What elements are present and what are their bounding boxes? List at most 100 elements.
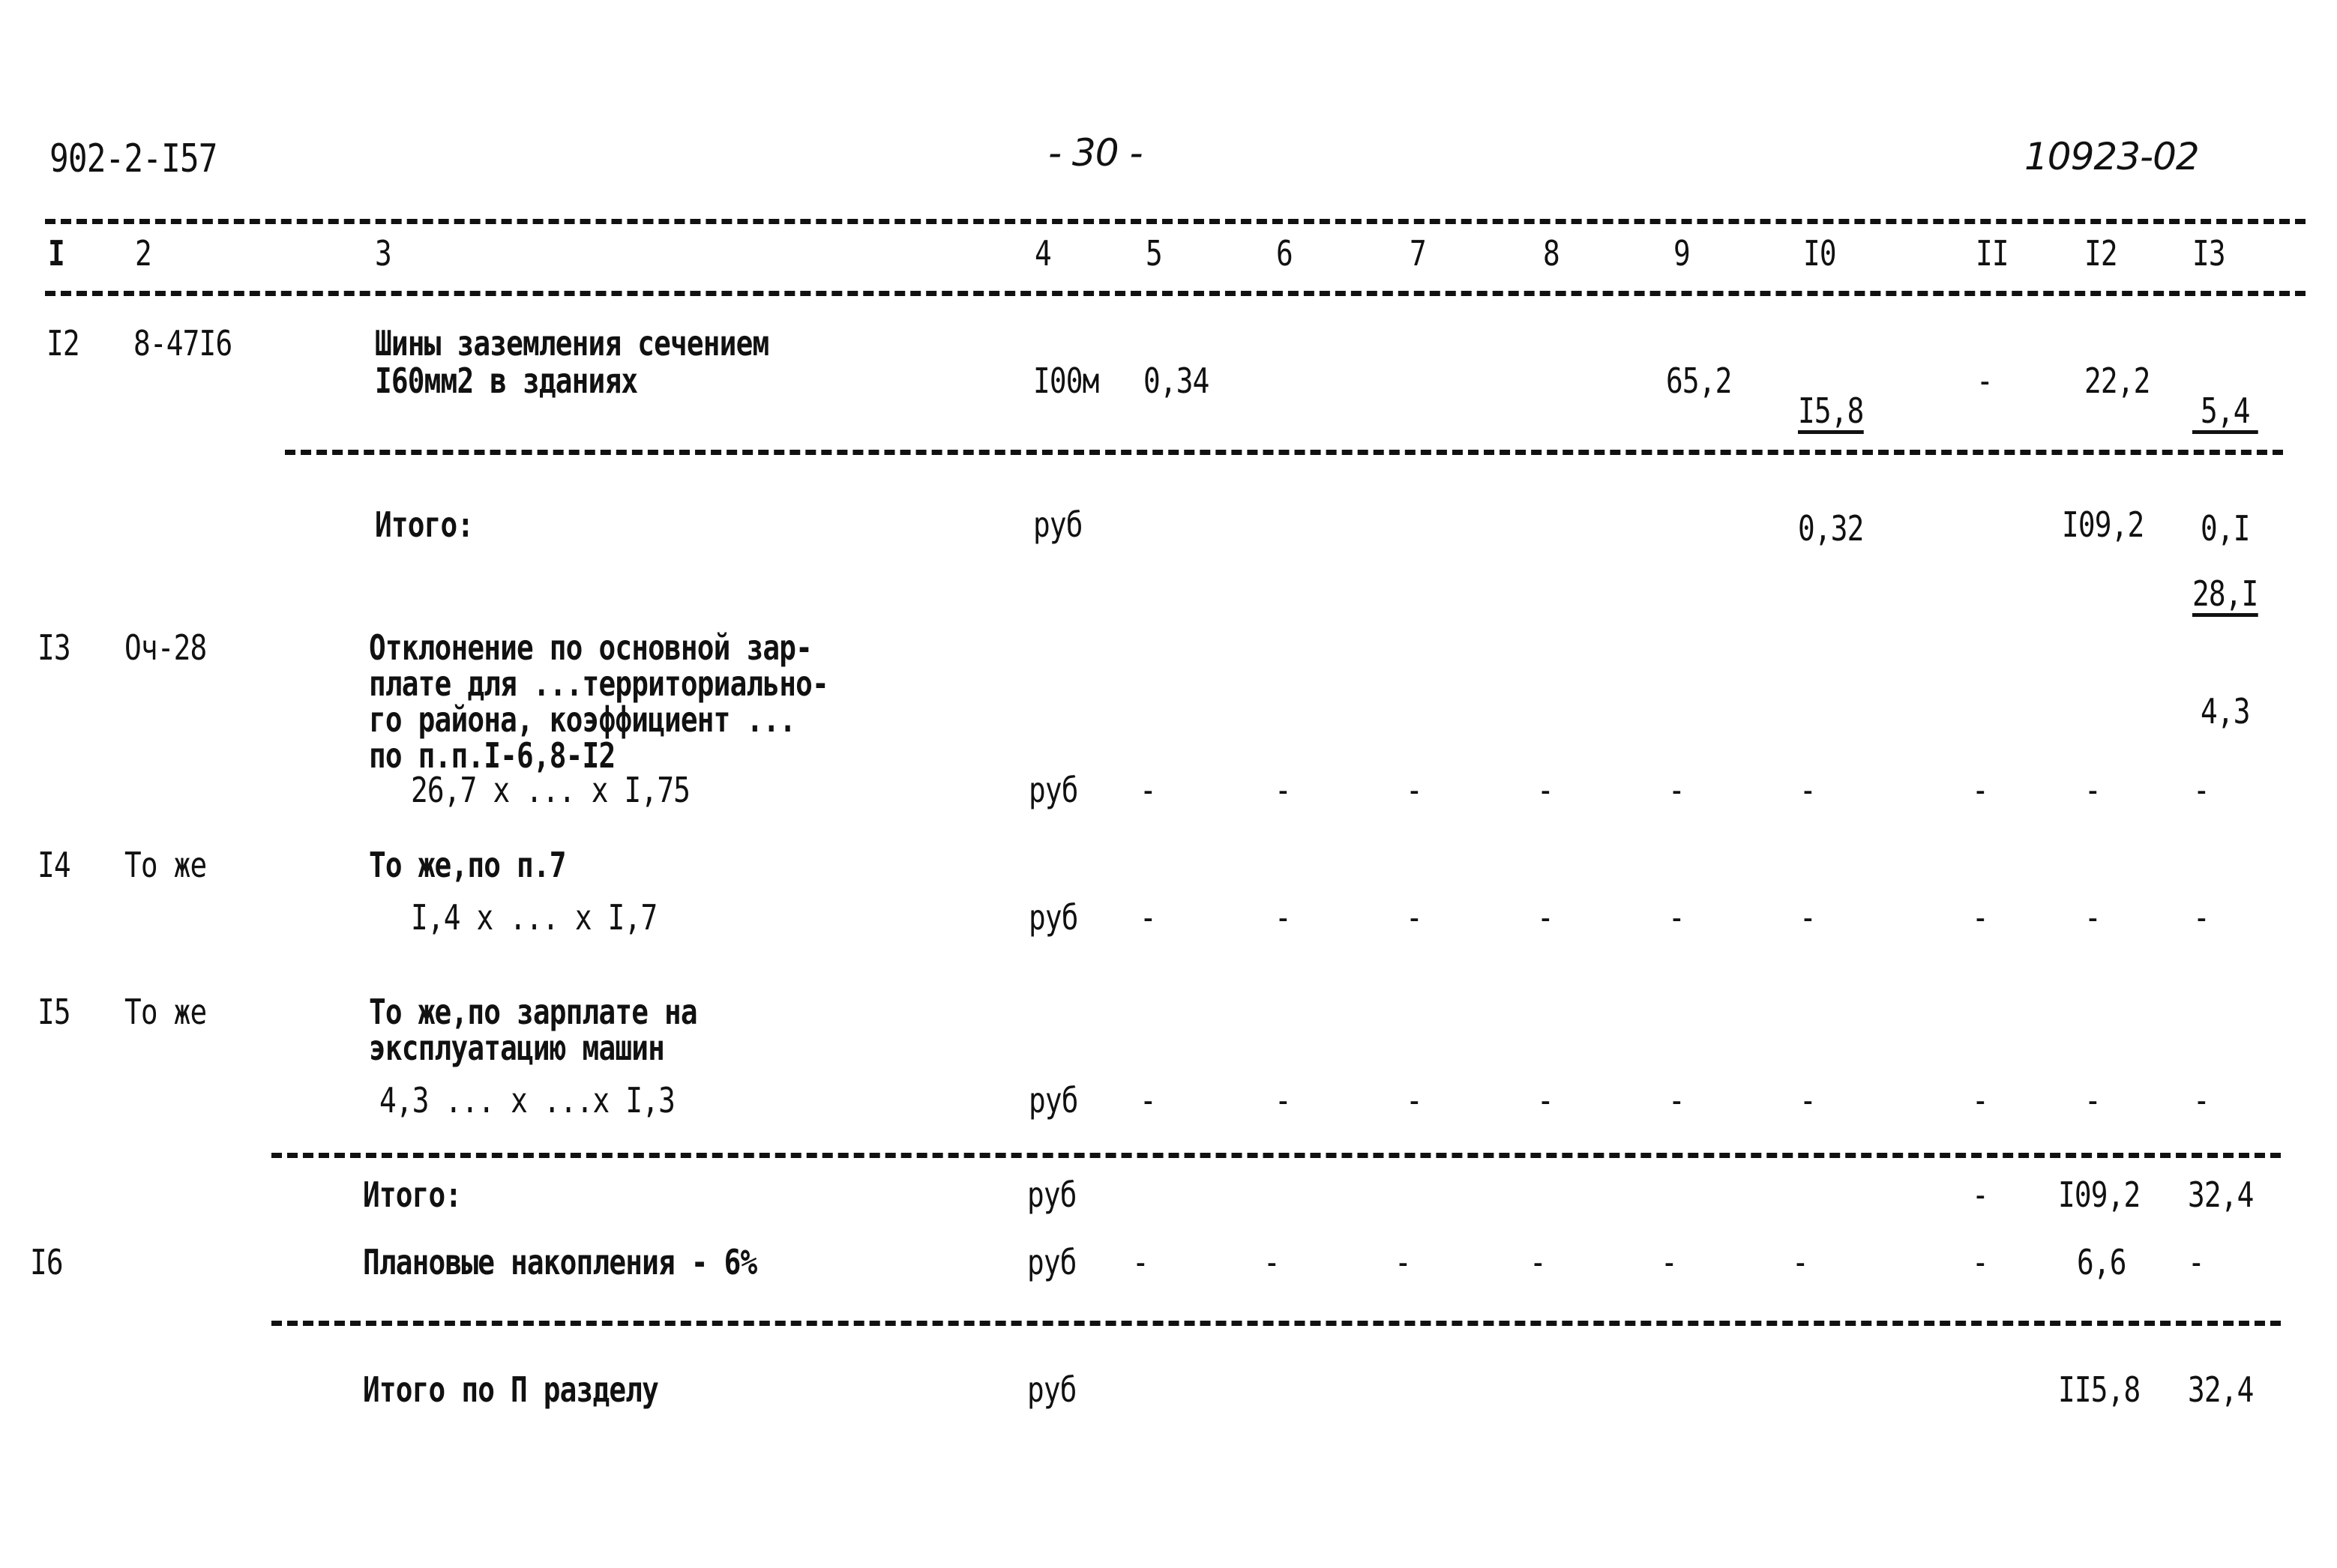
description: Плановые накопления - 6% <box>363 1242 757 1282</box>
row-number: I3 <box>37 627 71 668</box>
col11-value: - <box>1976 361 1994 401</box>
column-header-2: 2 <box>135 233 152 274</box>
col5-dash: - <box>1140 1080 1157 1121</box>
col13-value: 32,4 <box>2188 1175 2254 1215</box>
unit: руб <box>1027 1369 1077 1410</box>
unit: руб <box>1029 770 1078 810</box>
norm-code: То же <box>124 845 207 885</box>
formula: I,4 х ... х I,7 <box>411 897 658 938</box>
col11-dash: - <box>1972 1080 1989 1121</box>
column-header-9: 9 <box>1673 233 1691 274</box>
description-line-4: по п.п.I-6,8-I2 <box>369 735 616 776</box>
column-header-13: I3 <box>2192 233 2226 274</box>
unit: I00м <box>1033 361 1099 401</box>
column-header-5: 5 <box>1146 233 1163 274</box>
col9-dash: - <box>1668 1080 1685 1121</box>
table-top-rule <box>45 219 2306 224</box>
col12-value: 6,6 <box>2077 1242 2126 1282</box>
col9-dash: - <box>1668 897 1685 938</box>
description-line-2: I60мм2 в зданиях <box>375 361 638 401</box>
col8-dash: - <box>1530 1242 1547 1282</box>
col10-dash: - <box>1792 1242 1809 1282</box>
row-separator <box>271 1153 2281 1158</box>
col11-dash: - <box>1972 897 1989 938</box>
description-line-3: го района, коэффициент ... <box>369 699 796 740</box>
col7-dash: - <box>1395 1242 1412 1282</box>
row-separator <box>271 1321 2281 1326</box>
column-header-6: 6 <box>1276 233 1293 274</box>
unit: руб <box>1029 897 1078 938</box>
column-header-8: 8 <box>1543 233 1560 274</box>
unit: руб <box>1029 1080 1078 1121</box>
description-line-2: плате для ...территориально- <box>369 663 829 704</box>
col8-dash: - <box>1537 897 1554 938</box>
norm-code: Оч-28 <box>124 627 207 668</box>
col6-dash: - <box>1263 1242 1281 1282</box>
col11-dash: - <box>1972 1242 1989 1282</box>
column-header-7: 7 <box>1410 233 1427 274</box>
col5-dash: - <box>1140 770 1157 810</box>
column-header-12: I2 <box>2084 233 2118 274</box>
subtotal-label: Итого: <box>375 504 474 545</box>
row-number: I5 <box>37 992 71 1032</box>
col12-dash: - <box>2084 770 2102 810</box>
formula: 26,7 х ... х I,75 <box>411 770 691 810</box>
norm-code: То же <box>124 992 207 1032</box>
col13-top: 28,I <box>2192 576 2258 617</box>
col13-dash: - <box>2193 897 2210 938</box>
col12-value: I09,2 <box>2062 504 2144 545</box>
formula: 4,3 ... х ...х I,3 <box>379 1080 676 1121</box>
col5-dash: - <box>1140 897 1157 938</box>
col11-dash: - <box>1972 770 1989 810</box>
col12-value: 22,2 <box>2084 361 2150 401</box>
col10-dash: - <box>1799 1080 1817 1121</box>
col11-value: - <box>1972 1175 1989 1215</box>
document-code: 902-2-I57 <box>49 136 217 181</box>
col5-dash: - <box>1132 1242 1149 1282</box>
col9-dash: - <box>1661 1242 1678 1282</box>
row-number: I2 <box>46 323 80 364</box>
col13-top: 5,4 <box>2192 393 2258 434</box>
norm-code: 8-47I6 <box>133 323 232 364</box>
col6-dash: - <box>1275 770 1292 810</box>
sheet-code: 10923-02 <box>2024 135 2200 178</box>
page-number: - 30 - <box>1048 131 1143 175</box>
col12-dash: - <box>2084 897 2102 938</box>
col13-bottom: 4,3 <box>2200 691 2250 732</box>
col7-dash: - <box>1406 897 1423 938</box>
col8-dash: - <box>1537 770 1554 810</box>
col10-fraction: I5,8 0,32 <box>1798 321 1864 618</box>
col10-top: I5,8 <box>1798 393 1864 434</box>
column-header-10: I0 <box>1803 233 1837 274</box>
description-line-1: То же,по зарплате на <box>369 992 698 1032</box>
col8-dash: - <box>1537 1080 1554 1121</box>
column-header-3: 3 <box>375 233 392 274</box>
col7-dash: - <box>1406 1080 1423 1121</box>
unit: руб <box>1027 1242 1077 1282</box>
col13-dash: - <box>2193 1080 2210 1121</box>
table-header-rule <box>45 291 2306 296</box>
description-line-1: Отклонение по основной зар- <box>369 627 813 668</box>
col12-dash: - <box>2084 1080 2102 1121</box>
description-line-2: эксплуатацию машин <box>369 1028 665 1068</box>
col6-dash: - <box>1275 1080 1292 1121</box>
col9-value: 65,2 <box>1666 361 1732 401</box>
col10-dash: - <box>1799 897 1817 938</box>
column-header-1: I <box>48 233 65 274</box>
col13-fraction: 28,I 4,3 <box>2192 504 2258 801</box>
col13-value: - <box>2188 1242 2205 1282</box>
unit: руб <box>1033 504 1083 545</box>
col10-bottom: 0,32 <box>1798 508 1864 549</box>
row-number: I4 <box>37 845 71 885</box>
col10-dash: - <box>1799 770 1817 810</box>
col6-dash: - <box>1275 897 1292 938</box>
quantity: 0,34 <box>1143 361 1209 401</box>
unit: руб <box>1027 1175 1077 1215</box>
description-line-1: То же,по п.7 <box>369 845 567 885</box>
column-header-11: II <box>1976 233 2009 274</box>
col7-dash: - <box>1406 770 1423 810</box>
section-total-label: Итого по П разделу <box>363 1369 659 1410</box>
col9-dash: - <box>1668 770 1685 810</box>
col13-value: 32,4 <box>2188 1369 2254 1410</box>
row-number: I6 <box>30 1242 64 1282</box>
